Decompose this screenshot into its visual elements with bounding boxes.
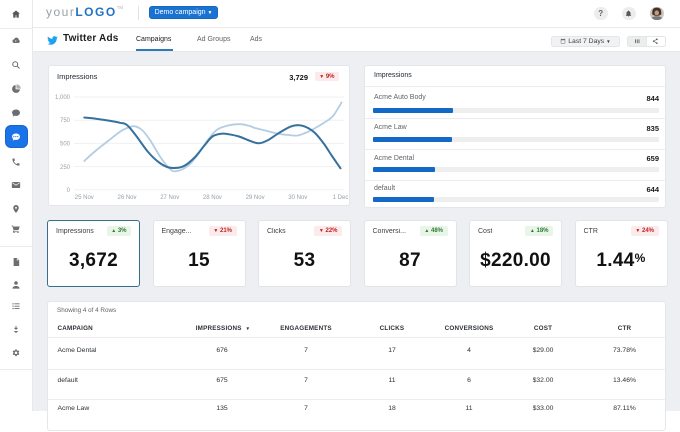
svg-text:27 Nov: 27 Nov (160, 195, 179, 201)
svg-text:25 Nov: 25 Nov (75, 195, 94, 201)
svg-text:26 Nov: 26 Nov (117, 195, 136, 201)
svg-text:750: 750 (60, 118, 71, 124)
svg-text:500: 500 (60, 141, 71, 147)
svg-text:30 Nov: 30 Nov (288, 195, 307, 201)
svg-text:250: 250 (60, 165, 71, 171)
svg-text:29 Nov: 29 Nov (246, 195, 265, 201)
svg-text:0: 0 (67, 188, 71, 194)
svg-text:1 Dec: 1 Dec (333, 195, 349, 201)
svg-text:1,000: 1,000 (55, 95, 71, 101)
svg-text:28 Nov: 28 Nov (203, 195, 222, 201)
